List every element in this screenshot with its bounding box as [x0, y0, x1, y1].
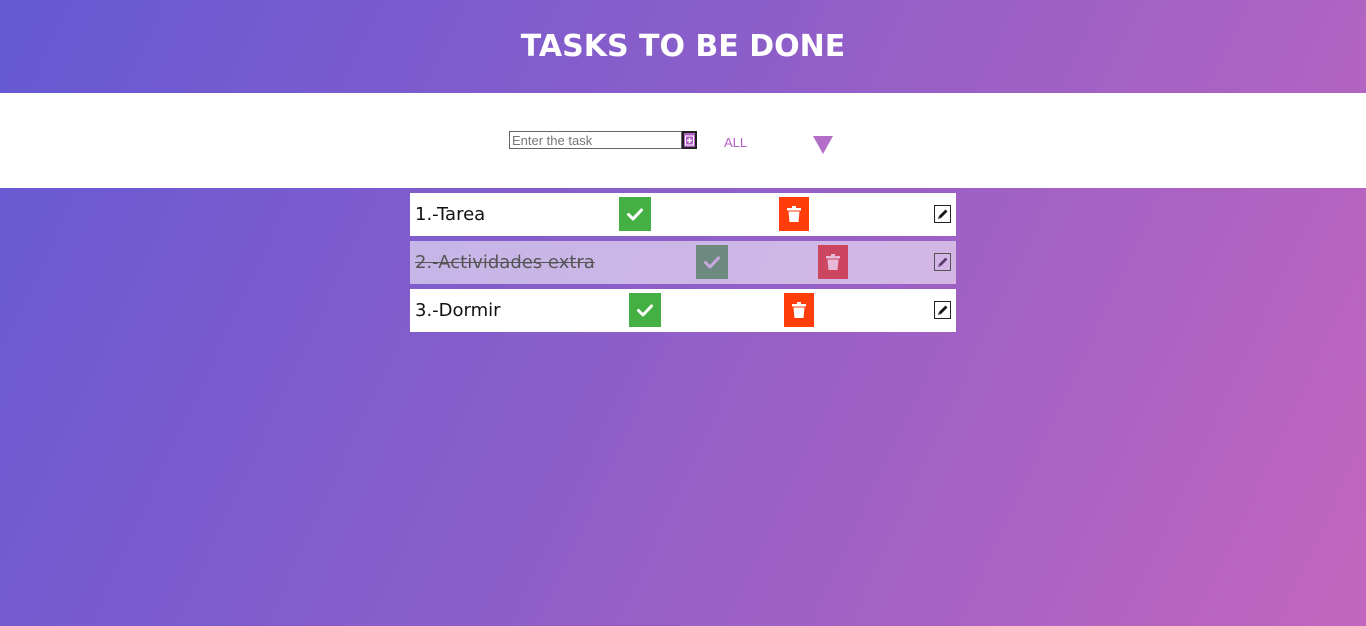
task-input[interactable]: [509, 131, 682, 149]
check-icon: [627, 208, 643, 220]
add-task-button[interactable]: [682, 131, 697, 149]
task-item: 2.-Actividades extra: [410, 241, 956, 284]
edit-task-button[interactable]: [934, 205, 951, 223]
trash-icon: [826, 254, 840, 270]
task-list: 1.-Tarea 2.-Actividades extra 3.-Dormir: [410, 193, 956, 337]
task-toolbar: ALL: [0, 93, 1366, 188]
task-text: 3.-Dormir: [415, 300, 501, 321]
triangle-down-icon: [813, 136, 833, 154]
check-icon: [637, 304, 653, 316]
delete-task-button[interactable]: [818, 245, 848, 279]
delete-task-button[interactable]: [784, 293, 814, 327]
page-header: TASKS TO BE DONE: [0, 0, 1366, 93]
check-icon: [704, 256, 720, 268]
task-text: 2.-Actividades extra: [415, 252, 595, 273]
filter-select[interactable]: ALL: [724, 133, 839, 154]
pencil-icon: [937, 257, 947, 267]
task-text: 1.-Tarea: [415, 204, 486, 225]
complete-task-button[interactable]: [629, 293, 661, 327]
plus-square-icon: [685, 135, 694, 145]
page-title: TASKS TO BE DONE: [520, 29, 846, 64]
trash-icon: [787, 206, 801, 222]
pencil-icon: [937, 209, 947, 219]
complete-task-button[interactable]: [696, 245, 728, 279]
edit-task-button[interactable]: [934, 253, 951, 271]
filter-selected-value: ALL: [724, 134, 748, 150]
delete-task-button[interactable]: [779, 197, 809, 231]
trash-icon: [792, 302, 806, 318]
complete-task-button[interactable]: [619, 197, 651, 231]
edit-task-button[interactable]: [934, 301, 951, 319]
pencil-icon: [937, 305, 947, 315]
task-item: 3.-Dormir: [410, 289, 956, 332]
task-item: 1.-Tarea: [410, 193, 956, 236]
